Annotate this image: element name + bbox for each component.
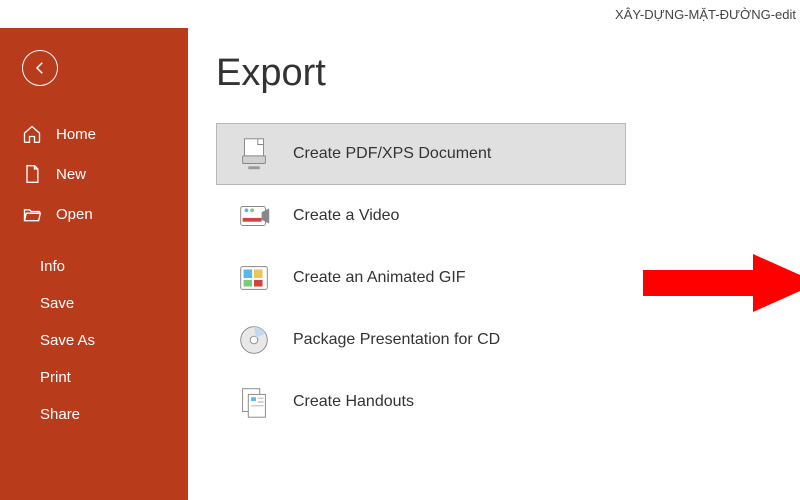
sidebar-item-home[interactable]: Home [0,114,188,154]
option-label: Create a Video [293,207,399,225]
option-animated-gif[interactable]: Create an Animated GIF [216,247,626,309]
video-icon [235,197,273,235]
sidebar-item-label: Home [56,126,96,143]
option-package-cd[interactable]: Package Presentation for CD [216,309,626,371]
option-label: Create Handouts [293,393,414,411]
sidebar-item-info[interactable]: Info [0,248,188,285]
sidebar: Home New Open Info Save Save As Print Sh… [0,28,188,500]
gif-icon [235,259,273,297]
document-filename: XÂY-DỰNG-MẶT-ĐƯỜNG-edit [615,7,796,22]
option-create-video[interactable]: Create a Video [216,185,626,247]
option-label: Package Presentation for CD [293,331,500,349]
back-button[interactable] [22,50,58,86]
handouts-icon [235,383,273,421]
sidebar-item-open[interactable]: Open [0,194,188,234]
back-arrow-icon [31,59,49,77]
export-options: Create PDF/XPS Document Create a Video C… [216,123,626,433]
folder-open-icon [22,204,42,224]
sidebar-item-save-as[interactable]: Save As [0,322,188,359]
cd-icon [235,321,273,359]
option-label: Create PDF/XPS Document [293,145,491,163]
option-label: Create an Animated GIF [293,269,466,287]
sidebar-item-label: Open [56,206,93,223]
document-icon [22,164,42,184]
option-create-pdf-xps[interactable]: Create PDF/XPS Document [216,123,626,185]
home-icon [22,124,42,144]
sidebar-item-print[interactable]: Print [0,359,188,396]
titlebar: XÂY-DỰNG-MẶT-ĐƯỜNG-edit [0,0,800,28]
red-arrow-annotation [643,248,800,318]
sidebar-item-new[interactable]: New [0,154,188,194]
sidebar-item-label: New [56,166,86,183]
sidebar-item-share[interactable]: Share [0,396,188,433]
option-create-handouts[interactable]: Create Handouts [216,371,626,433]
pdf-document-icon [235,135,273,173]
sidebar-item-save[interactable]: Save [0,285,188,322]
page-title: Export [216,52,800,95]
main-pane: Export Create PDF/XPS Document Create a … [188,28,800,500]
